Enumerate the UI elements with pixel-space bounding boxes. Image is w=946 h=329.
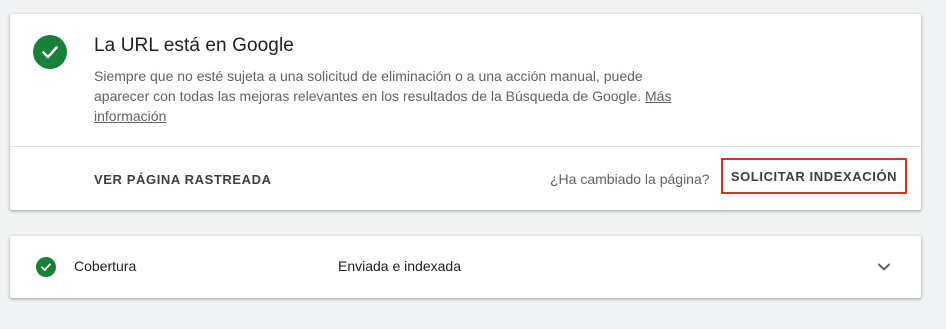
check-circle-icon xyxy=(36,257,56,277)
divider xyxy=(10,146,921,147)
coverage-row[interactable]: Cobertura Enviada e indexada xyxy=(10,236,921,298)
status-description: Siempre que no esté sujeta a una solicit… xyxy=(94,66,684,126)
coverage-value: Enviada e indexada xyxy=(338,258,461,274)
page-changed-question: ¿Ha cambiado la página? xyxy=(550,171,710,187)
view-crawled-page-button[interactable]: VER PÁGINA RASTREADA xyxy=(94,172,272,187)
status-description-text: Siempre que no esté sujeta a una solicit… xyxy=(94,68,643,104)
coverage-label: Cobertura xyxy=(74,258,137,274)
chevron-down-icon[interactable] xyxy=(872,255,896,279)
url-status-card: La URL está en Google Siempre que no est… xyxy=(10,14,921,210)
request-indexing-button[interactable]: SOLICITAR INDEXACIÓN xyxy=(721,158,907,194)
check-circle-icon xyxy=(33,35,67,69)
status-title: La URL está en Google xyxy=(94,35,294,56)
